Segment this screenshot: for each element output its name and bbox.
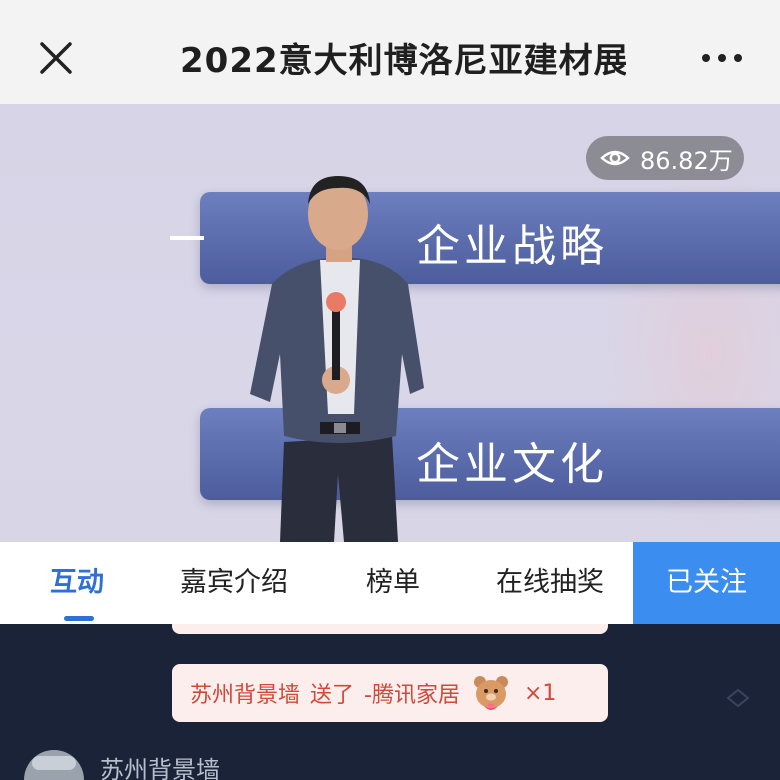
follow-button[interactable]: 已关注: [633, 542, 780, 624]
tab-guest-intro[interactable]: 嘉宾介绍: [180, 542, 288, 624]
slide-text-2: 企业文化: [416, 439, 608, 490]
view-count-badge: 86.82万: [586, 136, 744, 180]
more-dots-icon[interactable]: [700, 48, 744, 68]
slide-text-1: 企业战略: [416, 221, 608, 272]
chat-message-previous: [172, 624, 608, 634]
gift-action: 送了: [310, 683, 355, 708]
gift-recipient: -腾讯家居: [364, 683, 460, 708]
eye-icon: [600, 150, 630, 166]
tab-interaction[interactable]: 互动: [50, 542, 104, 624]
close-icon[interactable]: [36, 38, 76, 78]
tab-lottery[interactable]: 在线抽奖: [496, 542, 604, 624]
active-tab-indicator: [64, 616, 94, 621]
live-video-player[interactable]: 企业战略 企业文化 86.82万: [0, 104, 780, 542]
page-title: 2022意大利博洛尼亚建材展: [180, 41, 626, 81]
speaker-figure: [250, 176, 424, 542]
gift-count: ×1: [523, 680, 557, 706]
chat-username: 苏州背景墙: [100, 756, 220, 780]
top-bar: 2022意大利博洛尼亚建材展: [0, 0, 780, 104]
view-count: 86.82万: [640, 146, 733, 175]
gift-sender: 苏州背景墙: [190, 683, 301, 708]
gift-message: 苏州背景墙 送了 -腾讯家居 ×1: [172, 664, 608, 722]
bear-gift-icon: [473, 676, 508, 710]
avatar[interactable]: [24, 750, 84, 780]
chat-area: 苏州背景墙 送了 -腾讯家居 ×1 苏州背景墙: [0, 624, 780, 780]
tab-bar: 互动 嘉宾介绍 榜单 在线抽奖 已关注: [0, 542, 780, 624]
slide-dash: [170, 236, 204, 240]
tab-ranking[interactable]: 榜单: [366, 542, 420, 624]
diamond-icon[interactable]: [726, 688, 750, 708]
